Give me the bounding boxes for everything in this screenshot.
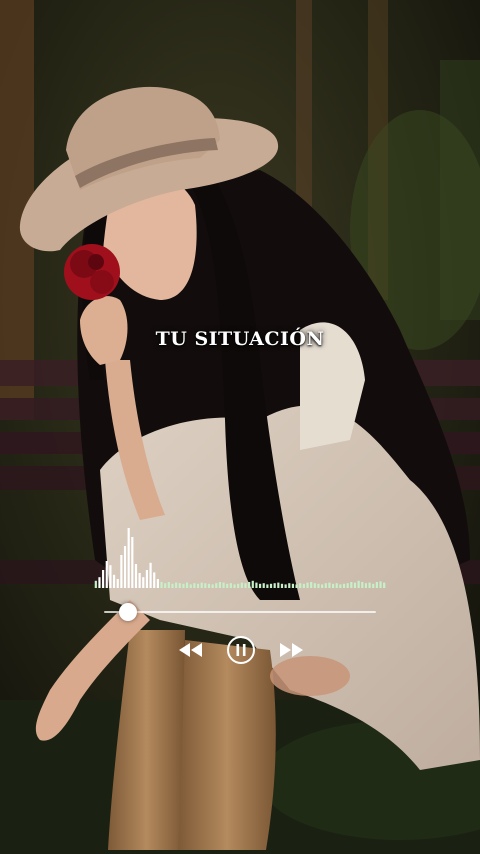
visualizer-bar bbox=[102, 570, 105, 588]
visualizer-bar bbox=[310, 582, 313, 588]
visualizer-bar bbox=[339, 584, 342, 588]
visualizer-bar bbox=[240, 582, 243, 588]
visualizer-bar bbox=[207, 583, 211, 588]
visualizer-bar bbox=[134, 564, 138, 588]
visualizer-bar bbox=[153, 572, 156, 588]
visualizer-bar bbox=[346, 583, 349, 588]
visualizer-bar bbox=[342, 583, 346, 588]
visualizer-bar bbox=[193, 583, 196, 588]
visualizer-bar bbox=[222, 582, 225, 588]
visualizer-bar bbox=[218, 582, 222, 588]
visualizer-bar bbox=[98, 577, 101, 588]
visualizer-bar bbox=[156, 579, 159, 588]
visualizer-bar bbox=[200, 582, 203, 588]
visualizer-bar bbox=[244, 583, 247, 588]
background-photo bbox=[0, 0, 480, 854]
visualizer-bar bbox=[145, 570, 149, 588]
visualizer-bar bbox=[353, 582, 357, 588]
visualizer-bar bbox=[131, 537, 134, 588]
visualizer-bar bbox=[160, 582, 163, 588]
visualizer-bar bbox=[204, 583, 207, 588]
audio-visualizer bbox=[94, 528, 386, 588]
rewind-button[interactable] bbox=[178, 642, 204, 658]
visualizer-bar bbox=[379, 581, 382, 588]
visualizer-bar bbox=[372, 583, 375, 588]
fast-forward-icon bbox=[280, 643, 303, 657]
visualizer-bar bbox=[233, 584, 236, 588]
pause-icon bbox=[227, 636, 255, 664]
visualizer-bar bbox=[123, 546, 127, 588]
visualizer-bar bbox=[295, 584, 298, 588]
visualizer-bar bbox=[167, 582, 170, 588]
visualizer-bar bbox=[175, 582, 178, 588]
visualizer-bar bbox=[357, 580, 360, 588]
visualizer-bar bbox=[215, 583, 218, 588]
rewind-icon bbox=[179, 643, 202, 657]
visualizer-bar bbox=[291, 583, 295, 588]
visualizer-bar bbox=[269, 583, 273, 588]
visualizer-bar bbox=[112, 574, 116, 588]
fast-forward-button[interactable] bbox=[278, 642, 304, 658]
visualizer-bar bbox=[211, 584, 214, 588]
visualizer-bar bbox=[328, 582, 331, 588]
visualizer-bar bbox=[288, 583, 291, 588]
visualizer-bar bbox=[273, 583, 276, 588]
visualizer-bar bbox=[178, 583, 181, 588]
visualizer-bar bbox=[105, 561, 108, 588]
pause-button[interactable] bbox=[226, 635, 256, 665]
visualizer-bar bbox=[120, 555, 123, 588]
visualizer-bar bbox=[255, 582, 258, 588]
visualizer-bar bbox=[361, 582, 364, 588]
visualizer-bar bbox=[335, 583, 338, 588]
visualizer-bar bbox=[171, 583, 174, 588]
visualizer-bar bbox=[368, 582, 371, 588]
visualizer-bar bbox=[94, 580, 97, 588]
visualizer-bar bbox=[164, 583, 167, 588]
visualizer-bar bbox=[317, 583, 320, 588]
visualizer-bar bbox=[331, 583, 335, 588]
visualizer-bar bbox=[185, 582, 189, 588]
visualizer-bar bbox=[324, 583, 327, 588]
visualizer-bar bbox=[229, 583, 232, 588]
visualizer-bar bbox=[321, 584, 324, 588]
visualizer-bar bbox=[226, 583, 229, 588]
visualizer-bar bbox=[383, 582, 386, 588]
visualizer-bar bbox=[299, 583, 302, 588]
visualizer-bar bbox=[142, 577, 145, 588]
visualizer-bar bbox=[127, 528, 130, 588]
visualizer-bar bbox=[302, 583, 305, 588]
visualizer-bar bbox=[350, 582, 353, 588]
visualizer-bar bbox=[277, 582, 280, 588]
visualizer-bar bbox=[258, 583, 262, 588]
visualizer-bar bbox=[237, 583, 240, 588]
seek-bar-track[interactable] bbox=[104, 611, 376, 613]
visualizer-bar bbox=[251, 580, 254, 588]
visualizer-bar bbox=[182, 583, 185, 588]
visualizer-bar bbox=[109, 565, 112, 588]
visualizer-bar bbox=[116, 579, 119, 588]
visualizer-bar bbox=[248, 582, 251, 588]
visualizer-bar bbox=[149, 562, 152, 588]
visualizer-bar bbox=[364, 583, 368, 588]
visualizer-bar bbox=[196, 583, 200, 588]
visualizer-bar bbox=[375, 582, 378, 588]
visualizer-bar bbox=[266, 584, 269, 588]
visualizer-bar bbox=[189, 584, 192, 588]
visualizer-bar bbox=[138, 573, 141, 588]
visualizer-bar bbox=[280, 583, 284, 588]
visualizer-bar bbox=[313, 583, 316, 588]
visualizer-bar bbox=[262, 583, 265, 588]
visualizer-bar bbox=[284, 584, 287, 588]
visualizer-bar bbox=[306, 582, 309, 588]
lyrics-caption: TU SITUACIÓN bbox=[155, 328, 325, 350]
